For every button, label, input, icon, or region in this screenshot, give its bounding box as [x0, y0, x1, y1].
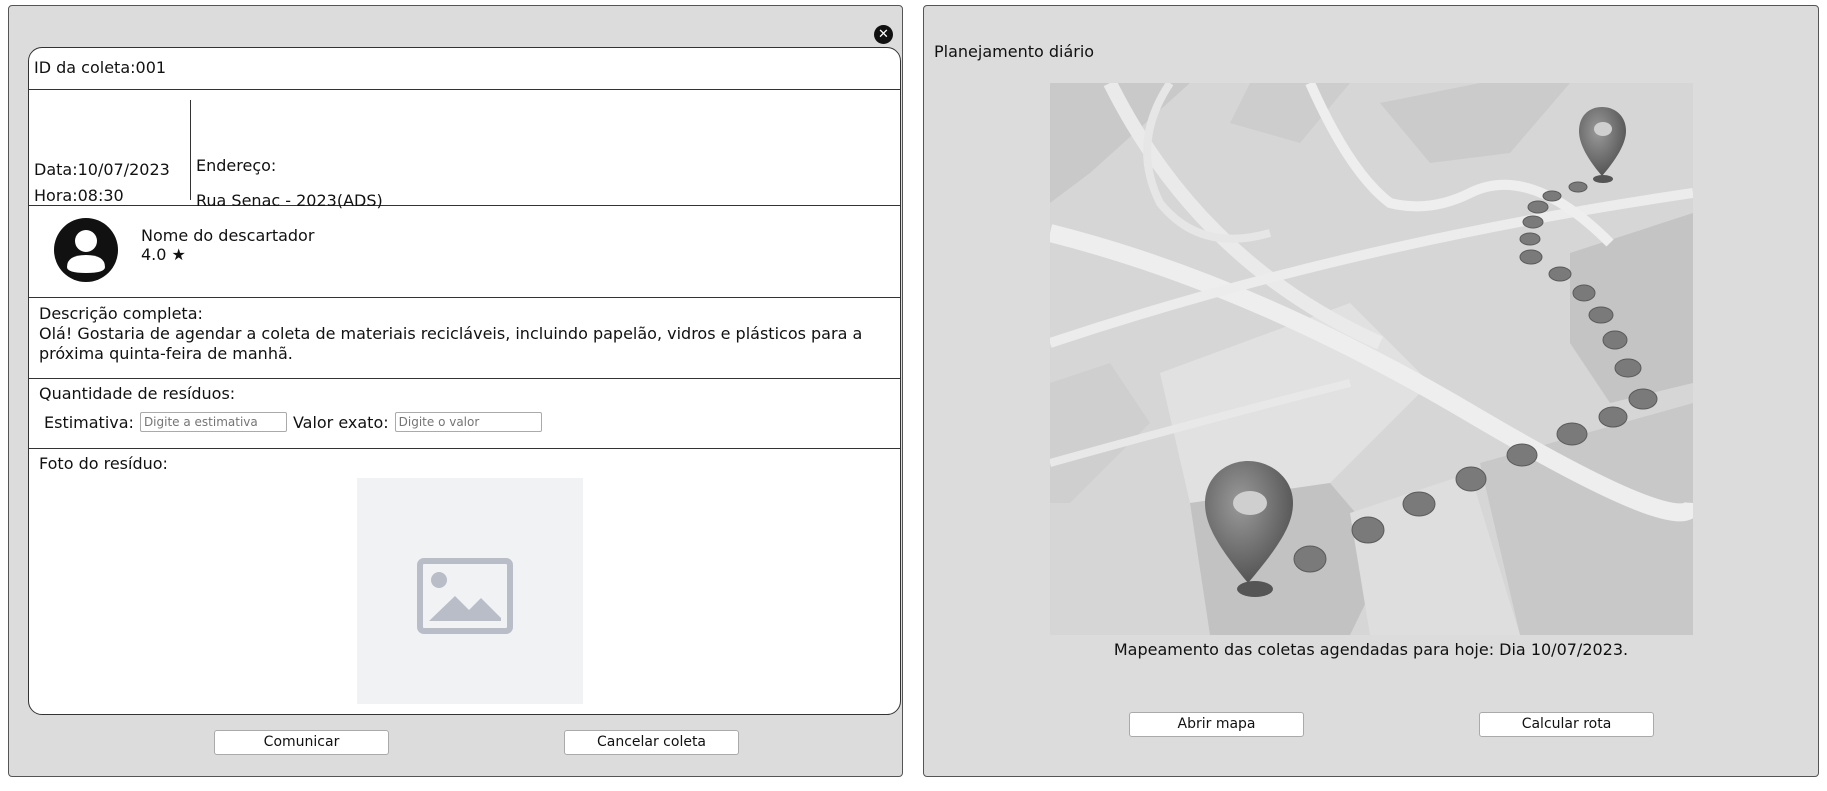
user-rating: 4.0 ★ — [141, 245, 186, 264]
exact-value-label: Valor exato: — [292, 412, 389, 432]
date-time-column — [29, 100, 191, 200]
communicate-button[interactable]: Comunicar — [214, 730, 389, 755]
quantity-fields: Estimativa: Valor exato: — [44, 412, 542, 432]
route-map[interactable] — [1050, 83, 1693, 635]
map-caption: Mapeamento das coletas agendadas para ho… — [1113, 640, 1629, 659]
description-label: Descrição completa: — [39, 304, 203, 323]
collection-id: ID da coleta:001 — [34, 58, 167, 77]
close-icon[interactable]: ✕ — [874, 25, 893, 44]
calculate-route-button[interactable]: Calcular rota — [1479, 712, 1654, 737]
estimate-input[interactable] — [139, 412, 287, 432]
cancel-collection-button[interactable]: Cancelar coleta — [564, 730, 739, 755]
description-text: Olá! Gostaria de agendar a coleta de mat… — [39, 324, 863, 363]
collection-id-row: ID da coleta:001 — [29, 48, 900, 90]
address-label: Endereço: — [196, 156, 277, 175]
photo-label: Foto do resíduo: — [39, 454, 168, 473]
collection-time: Hora:08:30 — [34, 186, 124, 205]
description-row: Descrição completa: Olá! Gostaria de age… — [29, 298, 900, 379]
exact-value-input[interactable] — [394, 412, 542, 432]
daily-planning-panel: Planejamento diário Mapeamento das colet… — [923, 5, 1819, 777]
image-placeholder-icon — [417, 558, 513, 634]
route-map-image — [1050, 83, 1693, 635]
open-map-button[interactable]: Abrir mapa — [1129, 712, 1304, 737]
planning-title: Planejamento diário — [934, 42, 1095, 61]
photo-placeholder — [357, 478, 583, 704]
collection-date: Data:10/07/2023 — [34, 160, 170, 179]
estimate-label: Estimativa: — [44, 412, 134, 432]
collection-details-panel: ✕ ID da coleta:001 Data:10/07/2023 Hora:… — [8, 5, 903, 777]
quantity-row: Quantidade de resíduos: Estimativa: Valo… — [29, 379, 900, 449]
user-avatar-icon — [54, 218, 118, 282]
photo-row: Foto do resíduo: — [29, 449, 900, 714]
user-row: Nome do descartador 4.0 ★ — [29, 206, 900, 298]
quantity-label: Quantidade de resíduos: — [39, 384, 236, 403]
collection-card: ID da coleta:001 Data:10/07/2023 Hora:08… — [28, 47, 901, 715]
date-address-row: Data:10/07/2023 Hora:08:30 Endereço: Rua… — [29, 90, 900, 210]
user-name: Nome do descartador — [141, 226, 315, 245]
